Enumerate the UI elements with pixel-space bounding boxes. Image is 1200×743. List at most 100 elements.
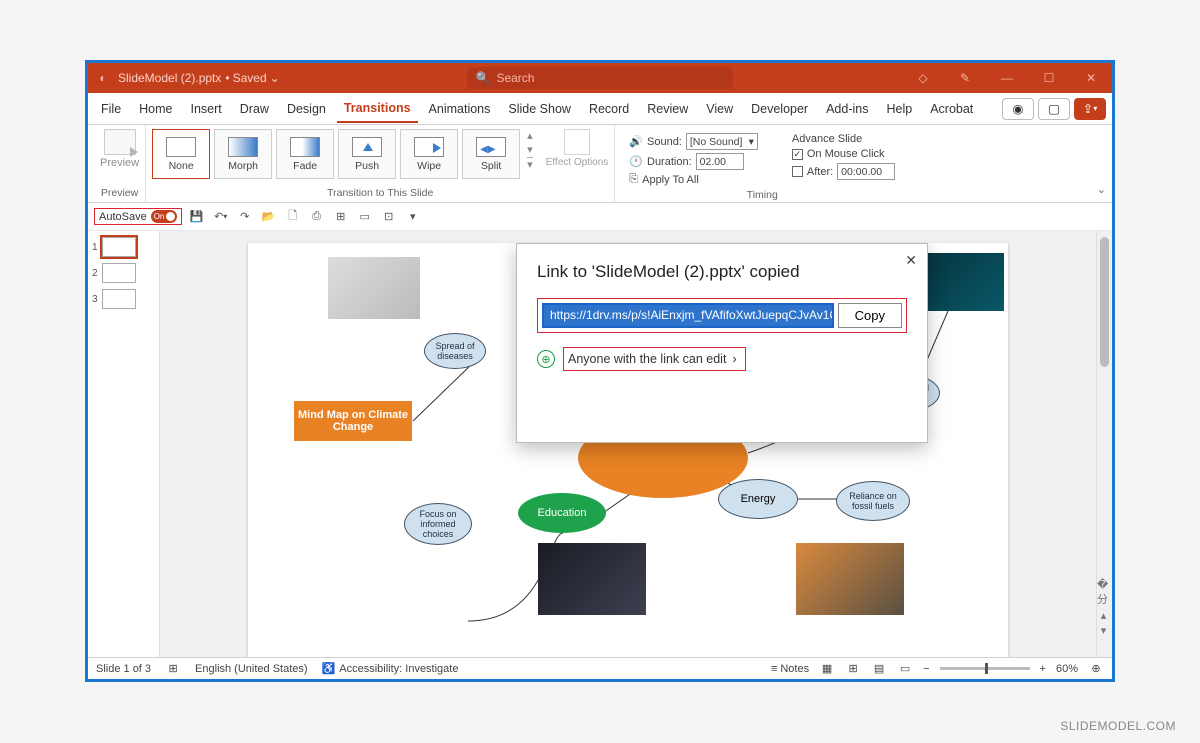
present-button[interactable]: ▢ bbox=[1038, 98, 1070, 120]
maximize-button[interactable]: ☐ bbox=[1028, 63, 1070, 93]
tab-slideshow[interactable]: Slide Show bbox=[501, 95, 578, 123]
thumbnail-3[interactable]: 3 bbox=[92, 289, 155, 309]
slide-nav-arrows: �分 ▴ ▾ bbox=[1097, 578, 1110, 637]
tab-record[interactable]: Record bbox=[582, 95, 636, 123]
record-button[interactable]: ◉ bbox=[1002, 98, 1034, 120]
bubble-focus: Focus on informed choices bbox=[404, 503, 472, 545]
collapse-ribbon-icon[interactable]: ⌄ bbox=[1097, 183, 1106, 196]
fit-to-window-icon[interactable]: ⊕ bbox=[1088, 662, 1104, 676]
prev-slide-icon[interactable]: �分 bbox=[1097, 578, 1110, 607]
next-slide-arrow[interactable]: ▾ bbox=[1101, 624, 1107, 637]
open-icon[interactable]: 📂 bbox=[260, 208, 278, 226]
apply-all-icon: ⎘ bbox=[629, 173, 638, 186]
undo-icon[interactable]: ↶▾ bbox=[212, 208, 230, 226]
prev-slide-arrow[interactable]: ▴ bbox=[1101, 609, 1107, 622]
ribbon-group-label-transitions: Transition to This Slide bbox=[327, 186, 433, 200]
slide-counter[interactable]: Slide 1 of 3 bbox=[96, 663, 151, 675]
permission-text: Anyone with the link can edit bbox=[568, 352, 726, 366]
tab-file[interactable]: File bbox=[94, 95, 128, 123]
slide-canvas[interactable]: Mind Map on Climate Change Spread of dis… bbox=[248, 243, 1008, 657]
share-url-input[interactable]: https://1drv.ms/p/s!AiEnxjm_fVAfifoXwtJu… bbox=[542, 303, 834, 328]
sound-dropdown[interactable]: [No Sound]▾ bbox=[686, 133, 758, 150]
transition-morph-label: Morph bbox=[228, 160, 258, 172]
ribbon-group-preview: Preview Preview bbox=[94, 125, 146, 202]
search-box[interactable]: 🔍 Search bbox=[468, 67, 733, 89]
chevron-down-icon: ⌄ bbox=[270, 71, 280, 85]
work-area: 1 2 3 Mind Map on Climate Cha bbox=[88, 231, 1112, 657]
tab-home[interactable]: Home bbox=[132, 95, 179, 123]
apply-to-all-button[interactable]: ⎘Apply To All bbox=[629, 173, 758, 186]
share-button[interactable]: ⇪▾ bbox=[1074, 98, 1106, 120]
sorter-view-icon[interactable]: ⊞ bbox=[845, 662, 861, 676]
transition-wipe[interactable]: Wipe bbox=[400, 129, 458, 179]
after-checkbox[interactable] bbox=[792, 166, 803, 177]
language-label[interactable]: English (United States) bbox=[195, 663, 308, 675]
statusbar: Slide 1 of 3 ⊞ English (United States) ♿… bbox=[88, 657, 1112, 679]
brush-icon[interactable]: ✎ bbox=[944, 63, 986, 93]
copy-button[interactable]: Copy bbox=[838, 303, 902, 328]
ribbon-group-label-timing: Timing bbox=[747, 188, 778, 202]
tab-transitions[interactable]: Transitions bbox=[337, 95, 418, 123]
autosave-toggle[interactable]: On bbox=[151, 210, 177, 223]
touch-mode-icon[interactable]: ⊡ bbox=[380, 208, 398, 226]
reading-view-icon[interactable]: ▤ bbox=[871, 662, 887, 676]
after-value: 00:00.00 bbox=[841, 166, 882, 178]
zoom-slider[interactable] bbox=[940, 667, 1030, 670]
print-preview-icon[interactable]: ⊞ bbox=[332, 208, 350, 226]
transition-morph[interactable]: Morph bbox=[214, 129, 272, 179]
slide-thumbnails-panel: 1 2 3 bbox=[88, 231, 160, 657]
powerpoint-app-icon: ◐ bbox=[88, 71, 118, 85]
diamond-icon[interactable]: ◇ bbox=[902, 63, 944, 93]
after-time-input[interactable]: 00:00.00 bbox=[837, 163, 895, 180]
tab-addins[interactable]: Add-ins bbox=[819, 95, 875, 123]
tab-draw[interactable]: Draw bbox=[233, 95, 276, 123]
save-status-text: Saved bbox=[233, 71, 267, 85]
tab-design[interactable]: Design bbox=[280, 95, 333, 123]
save-icon[interactable]: 💾 bbox=[188, 208, 206, 226]
quick-print-icon[interactable]: ⎙ bbox=[308, 208, 326, 226]
zoom-level[interactable]: 60% bbox=[1056, 663, 1078, 675]
notes-label: Notes bbox=[780, 663, 809, 675]
slideshow-view-icon[interactable]: ▭ bbox=[897, 662, 913, 676]
tab-review[interactable]: Review bbox=[640, 95, 695, 123]
scrollbar-thumb[interactable] bbox=[1100, 237, 1109, 367]
on-mouse-click-checkbox[interactable]: ✓ bbox=[792, 149, 803, 160]
accessibility-button[interactable]: ♿Accessibility: Investigate bbox=[322, 662, 459, 675]
slide-editor-area[interactable]: Mind Map on Climate Change Spread of dis… bbox=[160, 231, 1096, 657]
notes-button[interactable]: ≡Notes bbox=[771, 663, 809, 675]
transition-split[interactable]: ◀▶Split bbox=[462, 129, 520, 179]
transition-none[interactable]: None bbox=[152, 129, 210, 179]
transition-fade[interactable]: Fade bbox=[276, 129, 334, 179]
minimize-button[interactable]: — bbox=[986, 63, 1028, 93]
from-beginning-icon[interactable]: ▭ bbox=[356, 208, 374, 226]
permission-highlight[interactable]: Anyone with the link can edit › bbox=[563, 347, 746, 371]
document-title[interactable]: SlideModel (2).pptx bbox=[118, 71, 221, 85]
tab-view[interactable]: View bbox=[699, 95, 740, 123]
on-mouse-click-label: On Mouse Click bbox=[807, 148, 885, 160]
thumbnail-1[interactable]: 1 bbox=[92, 237, 155, 257]
language-icon: ⊞ bbox=[165, 662, 181, 676]
normal-view-icon[interactable]: ▦ bbox=[819, 662, 835, 676]
tab-animations[interactable]: Animations bbox=[422, 95, 498, 123]
zoom-out-icon[interactable]: − bbox=[923, 663, 929, 675]
zoom-in-icon[interactable]: + bbox=[1040, 663, 1046, 675]
tab-developer[interactable]: Developer bbox=[744, 95, 815, 123]
redo-icon[interactable]: ↷ bbox=[236, 208, 254, 226]
tab-insert[interactable]: Insert bbox=[184, 95, 229, 123]
new-icon[interactable]: 🗋 bbox=[284, 208, 302, 226]
transitions-gallery-more[interactable]: ▴▾▾ bbox=[524, 129, 536, 171]
dialog-close-button[interactable]: ✕ bbox=[905, 252, 917, 269]
qat-customize-icon[interactable]: ▾ bbox=[404, 208, 422, 226]
tab-help[interactable]: Help bbox=[879, 95, 919, 123]
effect-options-button[interactable]: Effect Options bbox=[540, 129, 609, 168]
tab-acrobat[interactable]: Acrobat bbox=[923, 95, 980, 123]
close-button[interactable]: ✕ bbox=[1070, 63, 1112, 93]
vertical-scrollbar[interactable]: �分 ▴ ▾ bbox=[1096, 231, 1112, 657]
save-status[interactable]: • Saved ⌄ bbox=[225, 71, 279, 85]
thumbnail-2[interactable]: 2 bbox=[92, 263, 155, 283]
transition-push[interactable]: Push bbox=[338, 129, 396, 179]
chevron-right-icon: › bbox=[732, 352, 736, 366]
dialog-url-highlight: https://1drv.ms/p/s!AiEnxjm_fVAfifoXwtJu… bbox=[537, 298, 907, 333]
duration-input[interactable]: 02.00 bbox=[696, 153, 744, 170]
preview-icon[interactable] bbox=[104, 129, 136, 155]
